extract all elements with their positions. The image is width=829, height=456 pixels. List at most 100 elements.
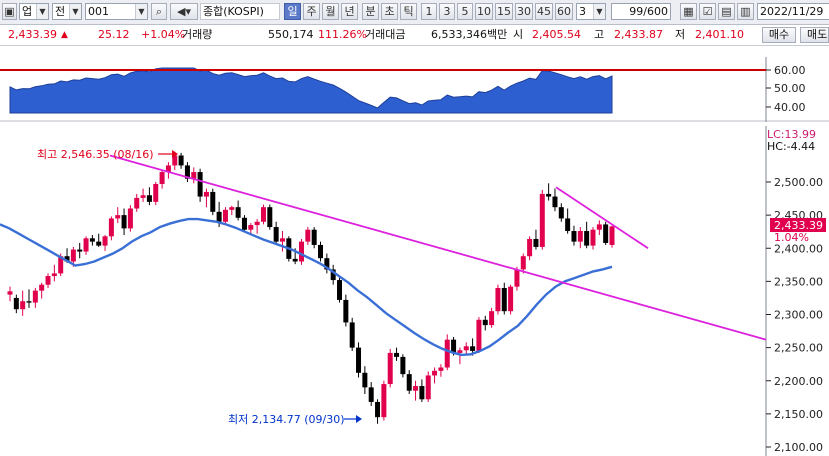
candle-body [292, 258, 298, 262]
chevron-down-icon[interactable]: ▼ [135, 4, 147, 19]
candle-body [89, 238, 95, 242]
minute-10[interactable]: 10 [475, 3, 493, 20]
candle-body [470, 346, 476, 351]
grid-icon[interactable]: ▦ [680, 3, 697, 20]
candle-body [419, 386, 425, 400]
candle-body [489, 311, 495, 326]
candle-body [501, 288, 507, 312]
layout-icon[interactable]: ▣ [2, 3, 17, 20]
candle-body [558, 207, 564, 219]
candle-body [32, 290, 38, 303]
period-tab-year[interactable]: 년 [341, 3, 358, 20]
candle-body [311, 229, 317, 245]
candle-body [127, 208, 133, 229]
candle-body [121, 215, 127, 229]
search-icon[interactable]: ⌕ [151, 3, 167, 20]
open-label: 시 [513, 28, 524, 41]
minute-30[interactable]: 30 [515, 3, 533, 20]
candle-body [577, 231, 583, 242]
y-axis-tick-label: 2,300.00 [774, 309, 823, 322]
view-select[interactable]: 전 ▼ [52, 3, 82, 20]
hc-label: HC:-4.44 [767, 140, 815, 153]
code-input[interactable]: 001 ▼ [85, 3, 148, 20]
price-chart: 2,500.002,450.002,400.002,350.002,300.00… [0, 126, 829, 456]
candle-body [70, 249, 76, 262]
candle-body [349, 322, 355, 348]
period-tab-minute[interactable]: 분 [362, 3, 379, 20]
current-pct-tag-text: 1.04% [774, 231, 809, 244]
y-axis-tick-label: 2,350.00 [774, 275, 823, 288]
candle-body [413, 386, 419, 391]
candle-body [438, 367, 444, 371]
sound-icon[interactable]: ◀▾ [170, 3, 198, 20]
candle-body [96, 241, 102, 246]
candle-body [495, 288, 501, 312]
candle-body [108, 218, 114, 237]
period-tab-second[interactable]: 초 [381, 3, 398, 20]
indicator-tick: 60.00 [774, 64, 806, 77]
candle-body [596, 224, 602, 230]
y-axis-tick-label: 2,250.00 [774, 342, 823, 355]
candle-body [51, 273, 57, 277]
period-tab-day[interactable]: 일 [284, 3, 301, 20]
chevron-down-icon[interactable]: ▼ [69, 4, 81, 19]
minute-3[interactable]: 3 [439, 3, 455, 20]
buy-button[interactable]: 매수 [762, 27, 796, 43]
chevron-down-icon[interactable]: ▼ [593, 4, 605, 19]
chevron-down-icon[interactable]: ▼ [36, 4, 48, 19]
date-field[interactable]: 2022/11/29 [757, 3, 829, 20]
amount-label: 거래대금 [365, 28, 406, 41]
top-toolbar: ▣ 업 ▼ 전 ▼ 001 ▼ ⌕ ◀▾ 종합(KOSPI) 일 주 월 년 분 초 … [0, 0, 829, 25]
candle-body [514, 269, 520, 287]
y-axis-tick-label: 2,150.00 [774, 408, 823, 421]
minute-1[interactable]: 1 [421, 3, 437, 20]
candle-body [267, 207, 273, 228]
indicator-tick: 50.00 [774, 82, 806, 95]
candle-body [146, 195, 152, 202]
candle-body [552, 196, 558, 208]
quote-bar: 2,433.39 ▲ 25.12 +1.04% 거래량 550,174 111.… [0, 25, 829, 46]
candle-body [260, 207, 266, 222]
high-label: 고 [594, 28, 605, 41]
candle-body [337, 280, 343, 300]
candle-body [273, 227, 279, 242]
indicator-tick: 40.00 [774, 101, 806, 114]
period-tab-month[interactable]: 월 [322, 3, 339, 20]
candle-body [539, 193, 545, 247]
candle-body [254, 221, 260, 226]
candle-body [527, 238, 533, 257]
candle-body [83, 238, 89, 252]
candle-body [463, 346, 469, 351]
candle-body [425, 375, 431, 400]
count-input[interactable]: 99/600 [611, 3, 671, 20]
period-tab-week[interactable]: 주 [303, 3, 320, 20]
minute-60[interactable]: 60 [555, 3, 573, 20]
sell-button[interactable]: 매도 [800, 27, 829, 43]
period-tab-tick[interactable]: 틱 [400, 3, 417, 20]
market-select[interactable]: 업 ▼ [19, 3, 49, 20]
current-price: 2,433.39 [8, 28, 57, 41]
candle-body [400, 356, 406, 375]
checkbox-icon[interactable]: ☑ [699, 3, 716, 20]
candle-body [394, 352, 400, 357]
candle-body [229, 207, 235, 210]
candle-body [571, 231, 577, 242]
candle-body [305, 229, 311, 242]
minute-15[interactable]: 15 [495, 3, 513, 20]
y-axis-tick-label: 2,400.00 [774, 242, 823, 255]
minute-select[interactable]: 3 ▼ [576, 3, 606, 20]
low-value: 2,401.10 [695, 28, 744, 41]
candle-body [77, 249, 83, 252]
save-icon[interactable]: ▤ [718, 3, 735, 20]
calendar-icon[interactable]: ▥ [737, 3, 754, 20]
minute-45[interactable]: 45 [535, 3, 553, 20]
candle-body [39, 284, 45, 291]
candle-body [153, 183, 159, 202]
minute-5[interactable]: 5 [457, 3, 473, 20]
candle-body [387, 352, 393, 385]
candle-body [508, 286, 514, 312]
candle-body [140, 195, 146, 198]
price-change-pct: +1.04% [141, 28, 186, 41]
candle-body [451, 339, 457, 353]
candle-body [197, 172, 203, 197]
